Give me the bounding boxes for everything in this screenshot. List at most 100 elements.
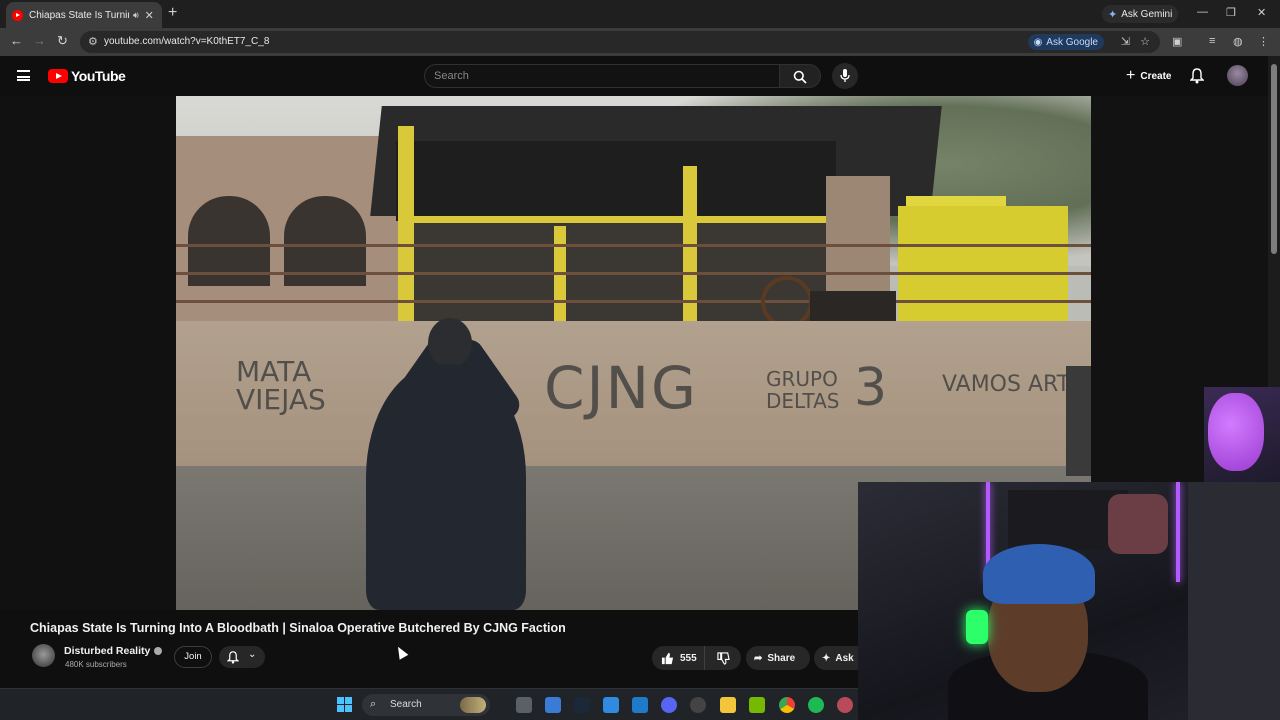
plus-icon: + [1126,67,1136,84]
search-highlight-image [460,697,486,713]
youtube-logo[interactable]: YouTube [48,68,126,84]
sparkle-icon: ✦ [822,652,831,664]
voice-search-button[interactable] [832,63,858,89]
thumbs-up-icon [661,652,674,664]
restore-icon[interactable]: ❐ [1226,6,1236,19]
google-lens-icon: ◉ [1033,36,1043,48]
speaker-icon[interactable]: 🔊︎ [133,10,139,21]
minimize-icon[interactable]: — [1197,6,1208,18]
chrome-icon[interactable] [779,697,795,713]
verified-check-icon [154,647,163,655]
taskbar-search[interactable]: ⌕ Search [362,694,490,716]
small-camera-subject [1208,393,1264,471]
site-info-icon[interactable]: ⚙︎ [88,35,98,48]
subscription-bell-button[interactable]: ⌄ [219,646,265,668]
scene-beam [400,216,860,223]
account-avatar[interactable] [1227,65,1248,86]
share-label: Share [767,652,796,664]
close-tab-icon[interactable]: ✕ [145,9,154,22]
close-window-icon[interactable]: ✕ [1257,6,1266,19]
thumbs-down-icon [716,651,730,665]
reload-icon[interactable]: ↻ [57,34,68,48]
install-icon[interactable]: ⇲ [1121,35,1130,48]
spotify-icon[interactable] [808,697,824,713]
bell-icon [227,651,239,664]
nvidia-icon[interactable] [749,697,765,713]
graffiti-cjng: CJNG [544,354,698,422]
create-button[interactable]: + Create [1116,64,1182,88]
channel-name[interactable]: Disturbed Reality [64,645,150,657]
new-tab-button[interactable]: + [168,5,177,21]
video-title: Chiapas State Is Turning Into A Bloodbat… [30,621,566,635]
search-placeholder: Search [434,70,469,82]
notepad-icon[interactable] [603,697,619,713]
scene-railing [176,244,1091,247]
search-icon: ⌕ [370,698,377,710]
scene-officer-head [428,318,472,368]
search-button[interactable] [780,64,821,88]
search-icon [793,70,807,84]
search-input[interactable]: Search [424,64,780,88]
store-icon[interactable] [545,697,561,713]
graffiti-number: 3 [854,358,888,418]
player-left-margin [0,96,176,610]
back-icon[interactable]: ← [10,34,23,48]
dislike-button[interactable] [704,646,741,670]
below-fold-row [0,678,858,688]
notifications-bell-icon[interactable] [1190,68,1204,84]
youtube-masthead: YouTube Search + Create [0,56,1268,96]
gemini-icon: ✦ [1108,8,1118,21]
graffiti-far-right: VAMOS ARTI [942,372,1077,397]
webcam-plush [1108,494,1168,554]
scrollbar-thumb[interactable] [1271,64,1277,254]
address-bar[interactable]: ⚙︎ youtube.com/watch?v=K0thET7_C_8 ◉ Ask… [80,31,1160,53]
folder-icon[interactable] [720,697,736,713]
webcam-durag [983,544,1095,604]
like-button[interactable]: 555 [652,646,704,670]
channel-avatar[interactable] [32,644,55,667]
hamburger-menu-icon[interactable] [17,70,30,81]
settings-icon[interactable] [690,697,706,713]
scene-railing [176,300,1091,303]
profile-icon[interactable]: ◍ [1233,35,1243,48]
url-text[interactable]: youtube.com/watch?v=K0thET7_C_8 [104,36,269,47]
windows-start-icon[interactable] [337,697,352,712]
browser-tab[interactable]: Chiapas State Is Turning Int 🔊︎ ✕ [6,2,162,28]
webcam-green-light [966,610,988,644]
photos-icon[interactable] [632,697,648,713]
browser-tabstrip: Chiapas State Is Turning Int 🔊︎ ✕ + ✦ As… [0,0,1280,28]
graffiti-grupo-deltas: GRUPO DELTAS [766,367,840,413]
share-button[interactable]: ➦ Share [746,646,810,670]
app-icon[interactable] [837,697,853,713]
youtube-play-icon [48,69,68,83]
ask-google-button[interactable]: ◉ Ask Google [1027,34,1104,50]
windows-taskbar: ⌕ Search [0,688,858,720]
youtube-wordmark: YouTube [71,68,126,84]
join-button[interactable]: Join [174,646,212,668]
browser-toolbar: ← → ↻ ⚙︎ youtube.com/watch?v=K0thET7_C_8… [0,28,1280,56]
like-dislike-group: 555 [652,646,741,670]
scene-officer [366,364,526,610]
webcam-door [1188,482,1280,720]
task-view-icon[interactable] [516,697,532,713]
scene-yellow-building [898,206,1068,326]
menu-dots-icon[interactable]: ⋮ [1258,35,1269,48]
graffiti-left: MATA VIEJAS [236,355,326,416]
neon-light [1176,482,1180,582]
channel-name-row[interactable]: Disturbed Reality [64,645,163,657]
discord-icon[interactable] [661,697,677,713]
reading-list-icon[interactable]: ≡ [1209,35,1215,47]
taskbar-search-label: Search [390,699,422,710]
ask-google-label: Ask Google [1046,36,1098,48]
tab-title: Chiapas State Is Turning Int [29,9,129,21]
chevron-down-icon: ⌄ [248,649,257,660]
ask-gemini-label: Ask Gemini [1121,8,1173,20]
ask-gemini-button[interactable]: ✦ Ask Gemini [1102,5,1179,23]
side-panel-icon[interactable]: ▣ [1172,35,1182,48]
small-camera-overlay [1204,387,1280,483]
share-icon: ➦ [754,652,763,664]
ask-label: Ask [835,652,854,664]
steam-icon[interactable] [574,697,590,713]
forward-icon[interactable]: → [33,34,46,48]
bookmark-star-icon[interactable]: ☆ [1140,35,1150,48]
